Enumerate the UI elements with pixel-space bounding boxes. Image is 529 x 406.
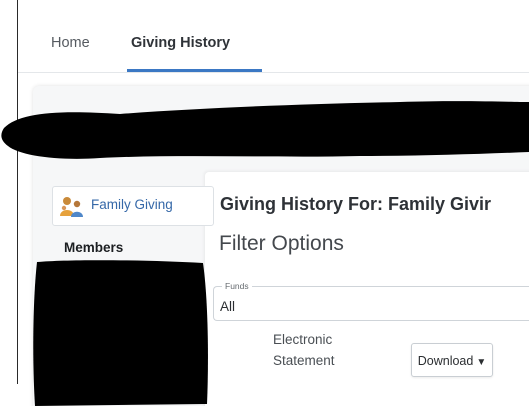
- redaction-box: [33, 260, 208, 406]
- funds-selected-value: All: [220, 299, 236, 314]
- active-tab-indicator: [127, 69, 262, 72]
- tab-home[interactable]: Home: [51, 35, 90, 51]
- page: Home Giving History Family Giving Member…: [0, 0, 529, 406]
- tab-bar: Home Giving History: [18, 0, 529, 73]
- members-heading: Members: [64, 240, 124, 255]
- redaction-banner: [1, 101, 529, 159]
- giving-history-title: Giving History For: Family Givir: [220, 194, 492, 214]
- filter-options-heading: Filter Options: [219, 232, 344, 255]
- family-giving-label: Family Giving: [91, 197, 173, 212]
- download-button-label: Download: [417, 354, 474, 368]
- electronic-statement-line2: Statement: [273, 353, 335, 368]
- caret-down-icon: ▼: [476, 357, 487, 368]
- electronic-statement-line1: Electronic: [273, 332, 333, 347]
- download-button[interactable]: Download ▼: [411, 343, 493, 377]
- family-people-icon: [58, 196, 84, 218]
- tab-giving-history[interactable]: Giving History: [131, 35, 230, 51]
- electronic-statement-label: Electronic Statement: [273, 329, 383, 371]
- funds-select[interactable]: Funds All: [213, 281, 529, 321]
- family-giving-card[interactable]: Family Giving: [52, 186, 214, 226]
- funds-legend: Funds: [222, 281, 252, 291]
